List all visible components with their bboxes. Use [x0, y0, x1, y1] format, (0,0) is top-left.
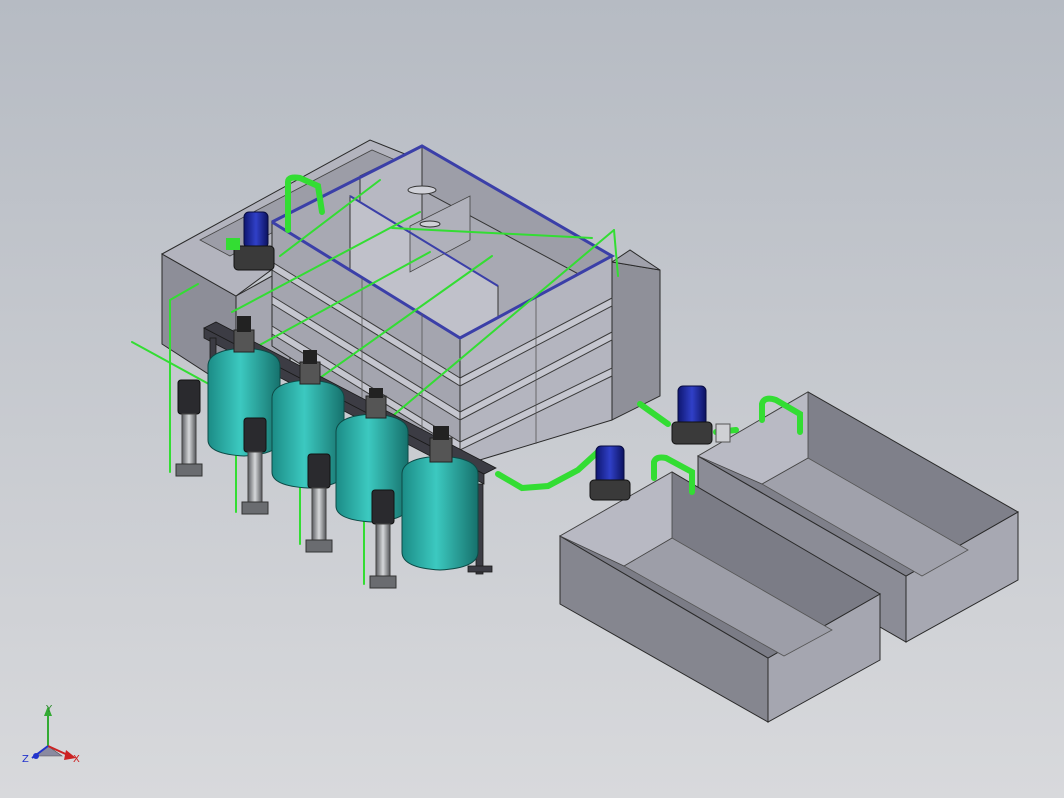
- vertical-pump-1: [175, 379, 203, 477]
- axis-triad: Y X Z: [22, 704, 80, 765]
- y-axis-label: Y: [45, 704, 53, 715]
- cad-viewport[interactable]: Y X Z: [0, 0, 1064, 798]
- x-axis-label: X: [73, 754, 80, 765]
- vertical-pump-4: [369, 489, 397, 589]
- z-axis-label: Z: [22, 754, 29, 765]
- horizontal-pump-right: [671, 385, 731, 445]
- vertical-pump-2: [241, 417, 269, 515]
- vertical-pump-3: [305, 453, 333, 553]
- horizontal-pump: [589, 445, 631, 501]
- cad-scene: Y X Z: [22, 139, 1020, 765]
- right-side-tank: [610, 249, 661, 421]
